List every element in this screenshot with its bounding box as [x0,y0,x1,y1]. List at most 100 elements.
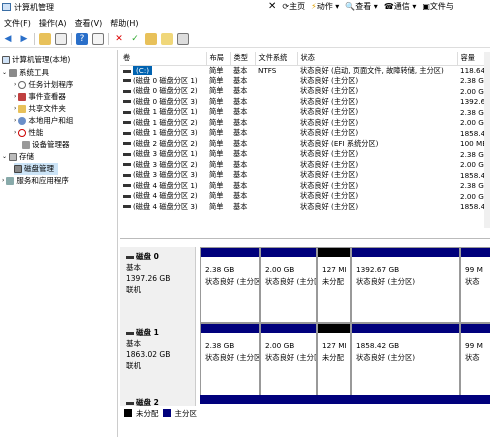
overlay-file[interactable]: ▣文件与 [422,1,454,12]
overlay-view[interactable]: 🔍查看 ▾ [345,1,378,12]
partition-block[interactable]: 127 MI 未分配 [317,323,351,399]
forward-icon[interactable]: ▶ [18,33,30,45]
chevron-right-icon[interactable]: › [2,175,4,187]
partition-block[interactable]: 99 M 状态 [460,247,490,323]
chevron-right-icon[interactable]: › [14,91,16,103]
tree-item-shared-folders[interactable]: › 共享文件夹 [14,103,66,115]
chevron-right-icon[interactable]: › [14,79,16,91]
disk-label[interactable]: 磁盘 0 基本 1397.26 GB 联机 [120,247,196,323]
disk-management-icon [14,165,22,173]
menu-file[interactable]: 文件(F) [4,18,31,29]
table-row[interactable]: (磁盘 0 磁盘分区 2) 简单 基本 状态良好 (主分区) 2.00 GE [120,86,490,97]
back-icon[interactable]: ◀ [2,33,14,45]
table-cell [255,160,297,171]
partition-block[interactable]: 1392.67 GB 状态良好 (主分区) [351,247,460,323]
table-cell: 状态良好 (主分区) [300,191,359,201]
column-header-layout[interactable]: 布局 [206,52,231,66]
table-row[interactable]: (磁盘 1 磁盘分区 1) 简单 基本 状态良好 (主分区) 2.38 GE [120,107,490,118]
table-row[interactable]: (磁盘 0 磁盘分区 3) 简单 基本 状态良好 (主分区) 1392.67 [120,97,490,108]
disk-icon[interactable] [177,32,189,45]
partition-status: 状态良好 (主分区) [356,353,416,362]
volume-icon [123,184,131,188]
tree-item-root[interactable]: 计算机管理(本地) [2,54,70,66]
table-row[interactable]: (磁盘 2 磁盘分区 2) 简单 基本 状态良好 (EFI 系统分区) 100 ME [120,139,490,150]
table-row[interactable]: (磁盘 4 磁盘分区 1) 简单 基本 状态良好 (主分区) 2.38 GE [120,181,490,192]
partition-block[interactable]: 2.00 GB 状态良好 (主分区) [260,323,317,399]
tree-item-device-manager[interactable]: 设备管理器 [22,139,70,151]
chevron-down-icon[interactable]: ⌄ [2,67,7,79]
tree-item-system-tools[interactable]: ⌄ 系统工具 [2,67,49,79]
column-header-volume[interactable]: 卷 [120,52,207,66]
column-header-type[interactable]: 类型 [230,52,256,66]
table-row[interactable]: (磁盘 3 磁盘分区 2) 简单 基本 状态良好 (主分区) 2.00 GE [120,160,490,171]
delete-icon[interactable]: ✕ [113,33,125,45]
disk-label[interactable]: 磁盘 1 基本 1863.02 GB 联机 [120,323,196,399]
partition-block[interactable]: 127 MI 未分配 [317,247,351,323]
table-cell: 基本 [233,191,248,201]
tree-item-disk-management[interactable]: 磁盘管理 [14,163,58,175]
computer-icon [2,56,10,64]
chevron-right-icon[interactable]: › [14,127,16,139]
volume-icon [123,173,131,177]
search-icon[interactable] [145,32,157,45]
up-folder-icon[interactable] [39,32,51,45]
disk-icon [126,331,134,335]
table-row[interactable]: (磁盘 4 磁盘分区 2) 简单 基本 状态良好 (主分区) 2.00 GE [120,191,490,202]
volume-name: (磁盘 4 磁盘分区 1) [133,180,198,190]
tree-item-label: 共享文件夹 [28,104,66,113]
chevron-down-icon[interactable]: ⌄ [2,151,7,163]
table-cell: 基本 [233,96,248,106]
partition-bar [352,324,459,333]
table-scrollbar[interactable] [484,52,490,228]
table-row[interactable]: (磁盘 1 磁盘分区 3) 简单 基本 状态良好 (主分区) 1858.42 [120,128,490,139]
tree-item-task-scheduler[interactable]: › 任务计划程序 [14,79,73,91]
overlay-action[interactable]: ⚡动作 ▾ [311,1,339,12]
help-icon[interactable]: ? [76,32,88,45]
volume-name: (磁盘 4 磁盘分区 2) [133,191,198,201]
table-cell: 基本 [233,201,248,211]
properties-icon[interactable] [92,32,104,45]
overlay-comm[interactable]: ☎通信 ▾ [384,1,417,12]
column-header-status[interactable]: 状态 [297,52,458,66]
tree-item-services-apps[interactable]: › 服务和应用程序 [2,175,69,187]
table-cell: 简单 [209,170,224,180]
table-cell: 简单 [209,75,224,85]
tree-item-event-viewer[interactable]: › 事件查看器 [14,91,66,103]
chevron-right-icon[interactable]: › [14,115,16,127]
table-cell: 基本 [233,117,248,127]
tree-item-storage[interactable]: ⌄ 存储 [2,151,34,163]
partition-block[interactable]: 2.38 GB 状态良好 (主分区) [200,323,260,399]
table-row[interactable]: (磁盘 3 磁盘分区 3) 简单 基本 状态良好 (主分区) 1858.42 [120,170,490,181]
table-row[interactable]: (磁盘 1 磁盘分区 2) 简单 基本 状态良好 (主分区) 2.00 GE [120,118,490,129]
table-row[interactable]: (磁盘 0 磁盘分区 1) 简单 基本 状态良好 (主分区) 2.38 GE [120,76,490,87]
partition-block[interactable]: 2.38 GB 状态良好 (主分区) [200,247,260,323]
overlay-home[interactable]: ⟳主页 [282,1,305,12]
disk-icon [126,255,134,259]
partition-block[interactable]: 2.00 GB 状态良好 (主分区) [260,247,317,323]
menu-help[interactable]: 帮助(H) [110,18,138,29]
column-header-filesystem[interactable]: 文件系统 [255,52,298,66]
partition-status: 未分配 [322,353,344,362]
table-cell: 简单 [209,201,224,211]
table-row[interactable]: (磁盘 3 磁盘分区 1) 简单 基本 状态良好 (主分区) 2.38 GE [120,149,490,160]
disk-size: 1863.02 GB [126,350,171,359]
partition-block[interactable]: 99 M 状态 [460,323,490,399]
partition-bar [318,248,350,257]
tree-item-performance[interactable]: › 性能 [14,127,43,139]
volume-icon [123,194,131,198]
check-icon[interactable]: ✓ [129,33,141,45]
volume-cell: (磁盘 4 磁盘分区 2) [120,191,206,202]
menu-view[interactable]: 查看(V) [75,18,103,29]
close-icon[interactable]: ✕ [268,1,276,12]
tree-item-local-users[interactable]: › 本地用户和组 [14,115,73,127]
table-row[interactable]: (C:) 简单 基本 NTFS 状态良好 (启动, 页面文件, 故障转储, 主分区) 11… [120,65,490,76]
rescan-icon[interactable] [161,32,173,45]
partition-block[interactable]: 1858.42 GB 状态良好 (主分区) [351,323,460,399]
menu-action[interactable]: 操作(A) [39,18,67,29]
partition-status: 状态良好 (主分区) [205,277,260,286]
services-icon [6,177,15,185]
table-row[interactable]: (磁盘 4 磁盘分区 3) 简单 基本 状态良好 (主分区) 1858.42 [120,202,490,213]
partition-status: 状态 [465,353,480,362]
console-tree-icon[interactable] [55,32,67,45]
chevron-right-icon[interactable]: › [14,103,16,115]
